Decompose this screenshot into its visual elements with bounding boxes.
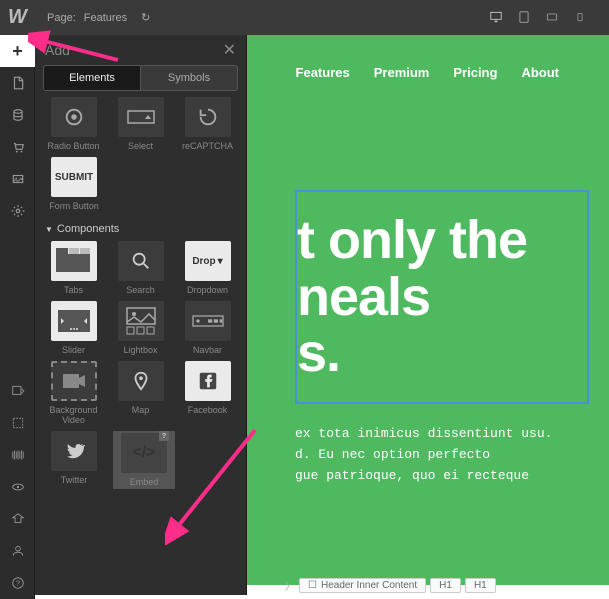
- left-rail: W + ?: [0, 0, 35, 599]
- hero-heading[interactable]: t only the neals s.: [295, 190, 589, 404]
- body-line: gue patrioque, quo ei recteque: [295, 466, 589, 487]
- tab-elements[interactable]: Elements: [43, 65, 141, 91]
- tab-symbols[interactable]: Symbols: [141, 65, 238, 91]
- device-bar: [487, 10, 589, 24]
- add-panel: Add ✕ Elements Symbols Radio Button Sele…: [35, 35, 247, 595]
- close-icon[interactable]: ✕: [223, 40, 236, 60]
- element-select[interactable]: Select: [112, 97, 169, 151]
- element-navbar[interactable]: Navbar: [179, 301, 236, 355]
- nav-pricing[interactable]: Pricing: [453, 65, 497, 80]
- element-form-button[interactable]: SUBMIT Form Button: [45, 157, 103, 211]
- settings-icon[interactable]: [0, 195, 35, 227]
- publish-icon[interactable]: [0, 503, 35, 535]
- desktop-icon[interactable]: [487, 10, 505, 24]
- refresh-icon[interactable]: ↻: [141, 11, 150, 24]
- element-facebook[interactable]: Facebook: [179, 361, 236, 425]
- breadcrumb-h1[interactable]: H1: [465, 578, 496, 593]
- breadcrumb: 〉 ☐Header Inner Content H1 H1: [285, 578, 496, 593]
- page-name[interactable]: Features: [84, 12, 127, 24]
- pages-icon[interactable]: [0, 67, 35, 99]
- mobile-icon[interactable]: [571, 10, 589, 24]
- hero-line3: s.: [297, 325, 577, 382]
- audit-icon[interactable]: [0, 439, 35, 471]
- preview-icon[interactable]: [0, 471, 35, 503]
- element-tabs[interactable]: Tabs: [45, 241, 102, 295]
- selection-icon[interactable]: [0, 407, 35, 439]
- breadcrumb-item[interactable]: ☐Header Inner Content: [299, 578, 426, 593]
- panel-title: Add: [45, 42, 70, 58]
- webflow-logo[interactable]: W: [0, 0, 35, 35]
- body-text[interactable]: ex tota inimicus dissentiunt usu. d. Eu …: [295, 424, 589, 486]
- svg-text:?: ?: [16, 580, 20, 587]
- nav-premium[interactable]: Premium: [374, 65, 430, 80]
- body-line: ex tota inimicus dissentiunt usu.: [295, 424, 589, 445]
- nav: Features Premium Pricing About: [295, 65, 589, 80]
- body-line: d. Eu nec option perfecto: [295, 445, 589, 466]
- element-dropdown[interactable]: Drop▾ Dropdown: [179, 241, 236, 295]
- tablet-icon[interactable]: [515, 10, 533, 24]
- section-components[interactable]: ▼Components: [45, 217, 236, 241]
- element-search[interactable]: Search: [112, 241, 169, 295]
- element-twitter[interactable]: Twitter: [45, 431, 103, 489]
- element-radio[interactable]: Radio Button: [45, 97, 102, 151]
- hero-line1: t only the: [297, 212, 577, 269]
- navigator-icon[interactable]: [0, 375, 35, 407]
- hero-line2: neals: [297, 269, 577, 326]
- ecommerce-icon[interactable]: [0, 131, 35, 163]
- element-lightbox[interactable]: Lightbox: [112, 301, 169, 355]
- element-slider[interactable]: Slider: [45, 301, 102, 355]
- element-bgvideo[interactable]: Background Video: [45, 361, 102, 425]
- help-icon[interactable]: ?: [0, 567, 35, 599]
- element-map[interactable]: Map: [112, 361, 169, 425]
- element-recaptcha[interactable]: reCAPTCHA: [179, 97, 236, 151]
- nav-features[interactable]: Features: [296, 65, 350, 80]
- breadcrumb-h1[interactable]: H1: [430, 578, 461, 593]
- account-icon[interactable]: [0, 535, 35, 567]
- page-label: Page:: [47, 12, 76, 24]
- cms-icon[interactable]: [0, 99, 35, 131]
- add-button[interactable]: +: [0, 35, 35, 67]
- nav-about[interactable]: About: [521, 65, 559, 80]
- assets-icon[interactable]: [0, 163, 35, 195]
- tablet-landscape-icon[interactable]: [543, 10, 561, 24]
- element-embed[interactable]: </>? Embed: [115, 433, 173, 487]
